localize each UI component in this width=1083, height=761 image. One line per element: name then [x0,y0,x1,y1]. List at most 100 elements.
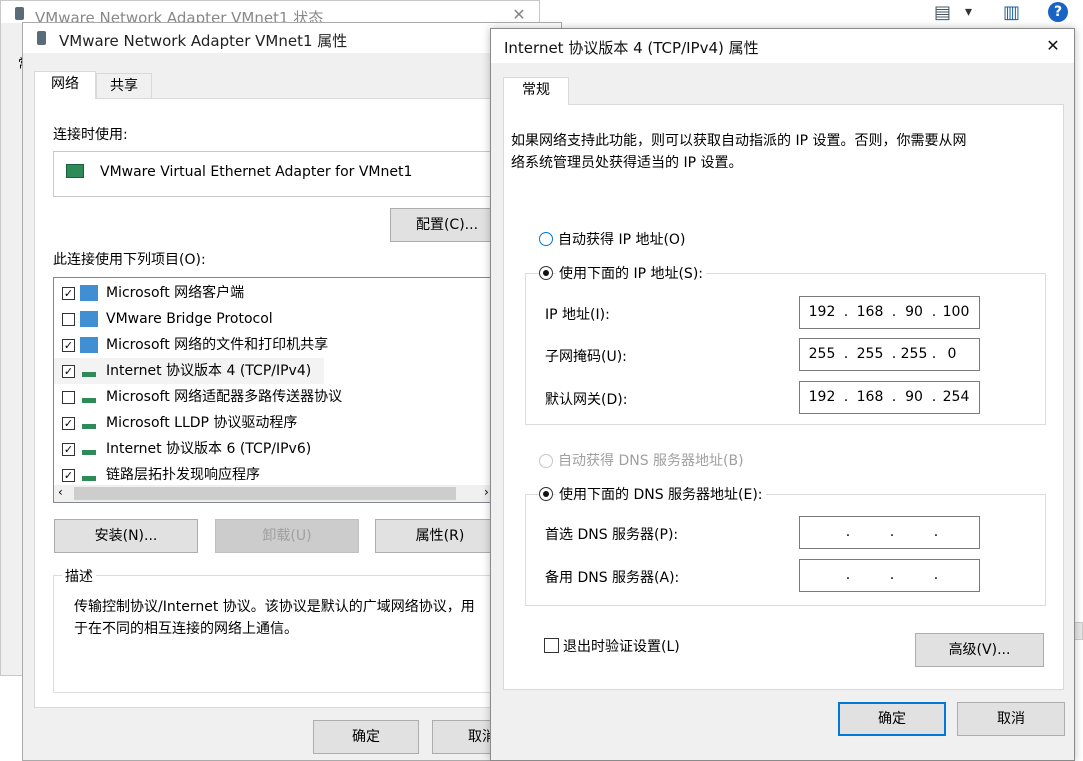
protocol-icon [82,424,96,429]
adapter-box: VMware Virtual Ethernet Adapter for VMne… [53,151,523,197]
item-label: Internet 协议版本 4 (TCP/IPv4) [106,363,312,379]
dns-settings-group: 使用下面的 DNS 服务器地址(E): 首选 DNS 服务器(P): . . .… [525,484,1046,606]
description-label: 描述 [62,566,96,586]
intro-text: 络系统管理员处获得适当的 IP 设置。 [511,155,743,171]
ip-octet: 254 [942,389,970,405]
default-gateway-field[interactable]: 192 . 168 . 90 . 254 [799,381,980,414]
intro-text: 如果网络支持此功能，则可以获取自动指派的 IP 设置。否则，你需要从网 [511,133,967,149]
network-client-icon [80,311,98,327]
item-checkbox[interactable]: ✓ [62,417,75,430]
item-checkbox[interactable] [62,313,75,326]
alternate-dns-label: 备用 DNS 服务器(A): [545,570,680,586]
ip-dot: . [845,524,851,540]
ip-address-field[interactable]: 192 . 168 . 90 . 100 [799,296,980,329]
help-icon[interactable]: ? [1048,2,1068,22]
validate-settings-checkbox[interactable] [544,638,559,653]
description-text: 传输控制协议/Internet 协议。该协议是默认的广域网络协议，用 [74,599,475,615]
auto-dns-radio [539,454,553,468]
tab-sharing[interactable]: 共享 [96,73,152,99]
ip-dot: . [889,524,895,540]
subnet-mask-field[interactable]: 255 . 255 . 255 . 0 [799,338,980,371]
ipv4-properties-dialog: Internet 协议版本 4 (TCP/IPv4) 属性 ✕ 常规 如果网络支… [490,28,1075,761]
network-client-icon [80,337,98,353]
protocol-icon [82,476,96,481]
item-label: Internet 协议版本 6 (TCP/IPv6) [106,441,312,457]
ip-octet: 0 [947,346,957,362]
scroll-right-icon[interactable]: › [484,485,489,499]
item-checkbox[interactable]: ✓ [62,287,75,300]
tab-network[interactable]: 网络 [34,71,96,99]
tab-general[interactable]: 常规 [503,77,569,105]
ip-octet: 192 [808,304,836,320]
chevron-down-icon[interactable]: ▾ [965,4,972,20]
list-item[interactable]: Microsoft 网络适配器多路传送器协议 [54,384,494,410]
network-adapter-icon [37,31,46,45]
connect-using-label: 连接时使用: [53,127,128,143]
default-gateway-label: 默认网关(D): [545,392,628,408]
list-item[interactable]: ✓ Internet 协议版本 6 (TCP/IPv6) [54,436,494,462]
item-checkbox[interactable] [62,391,75,404]
configure-button[interactable]: 配置(C)... [390,208,504,242]
advanced-button[interactable]: 高级(V)... [915,633,1044,667]
list-item[interactable]: VMware Bridge Protocol [54,306,494,332]
ip-octet: 168 [856,304,884,320]
adapter-name: VMware Virtual Ethernet Adapter for VMne… [100,164,413,180]
ip-dot: . [843,389,849,405]
manual-ip-label[interactable]: 使用下面的 IP 地址(S): [556,263,706,283]
item-checkbox[interactable]: ✓ [62,443,75,456]
ip-dot: . [845,567,851,583]
scroll-thumb[interactable] [74,487,456,500]
protocol-icon [82,398,96,403]
ip-dot: . [889,567,895,583]
ok-button[interactable]: 确定 [313,720,419,754]
list-item[interactable]: ✓ Microsoft 网络客户端 [54,280,494,306]
manual-dns-label[interactable]: 使用下面的 DNS 服务器地址(E): [556,484,766,504]
auto-ip-radio[interactable] [539,232,553,246]
list-item[interactable]: ✓ Microsoft 网络的文件和打印机共享 [54,332,494,358]
manual-dns-radio[interactable] [539,487,553,501]
validate-settings-label[interactable]: 退出时验证设置(L) [563,636,680,656]
ip-octet: 90 [905,304,923,320]
item-label: VMware Bridge Protocol [106,311,273,327]
description-text: 于在不同的相互连接的网络上通信。 [74,621,298,637]
item-label: Microsoft 网络适配器多路传送器协议 [106,389,343,405]
preview-pane-icon[interactable]: ▥ [1003,2,1020,23]
item-checkbox[interactable]: ✓ [62,365,75,378]
ip-octet: 100 [942,304,970,320]
description-group: 描述 传输控制协议/Internet 协议。该协议是默认的广域网络协议，用 于在… [53,566,523,693]
ethernet-adapter-icon [66,164,84,178]
list-item[interactable]: ✓ Microsoft LLDP 协议驱动程序 [54,410,494,436]
status-window-titlebar: VMware Network Adapter VMnet1 状态 ✕ [1,1,539,27]
ip-octet: 90 [905,389,923,405]
horizontal-scrollbar[interactable]: ‹ › [54,485,500,502]
install-button[interactable]: 安装(N)... [54,519,198,553]
adapter-properties-dialog: VMware Network Adapter VMnet1 属性 网络 共享 连… [22,22,562,761]
manual-ip-radio[interactable] [539,266,553,280]
scroll-left-icon[interactable]: ‹ [58,485,63,499]
protocol-icon [82,372,96,377]
list-item[interactable]: ✓ Internet 协议版本 4 (TCP/IPv4) [54,358,324,384]
item-checkbox[interactable]: ✓ [62,339,75,352]
ok-button[interactable]: 确定 [838,702,946,736]
network-adapter-icon [15,7,24,20]
items-label: 此连接使用下列项目(O): [53,252,206,268]
ip-address-label: IP 地址(I): [545,307,610,323]
item-label: Microsoft LLDP 协议驱动程序 [106,415,298,431]
ip-octet: 168 [856,389,884,405]
ip-dot: . [843,346,849,362]
ip-octet: 192 [808,389,836,405]
ipv4-dialog-titlebar: Internet 协议版本 4 (TCP/IPv4) 属性 ✕ [491,29,1074,63]
ip-settings-group: 使用下面的 IP 地址(S): IP 地址(I): 192 . 168 . 90… [525,263,1046,425]
cancel-button[interactable]: 取消 [957,702,1065,736]
general-tab-panel: 如果网络支持此功能，则可以获取自动指派的 IP 设置。否则，你需要从网 络系统管… [503,104,1064,690]
ip-dot: . [933,567,939,583]
preferred-dns-field[interactable]: . . . [799,516,980,549]
view-options-icon[interactable]: ▤ [934,2,951,23]
alternate-dns-field[interactable]: . . . [799,559,980,592]
close-icon[interactable]: ✕ [1040,36,1066,56]
adapter-dialog-titlebar: VMware Network Adapter VMnet1 属性 [23,23,561,53]
item-checkbox[interactable]: ✓ [62,469,75,482]
properties-button[interactable]: 属性(R) [375,519,505,553]
auto-ip-label[interactable]: 自动获得 IP 地址(O) [558,229,685,249]
item-label: Microsoft 网络客户端 [106,285,245,301]
